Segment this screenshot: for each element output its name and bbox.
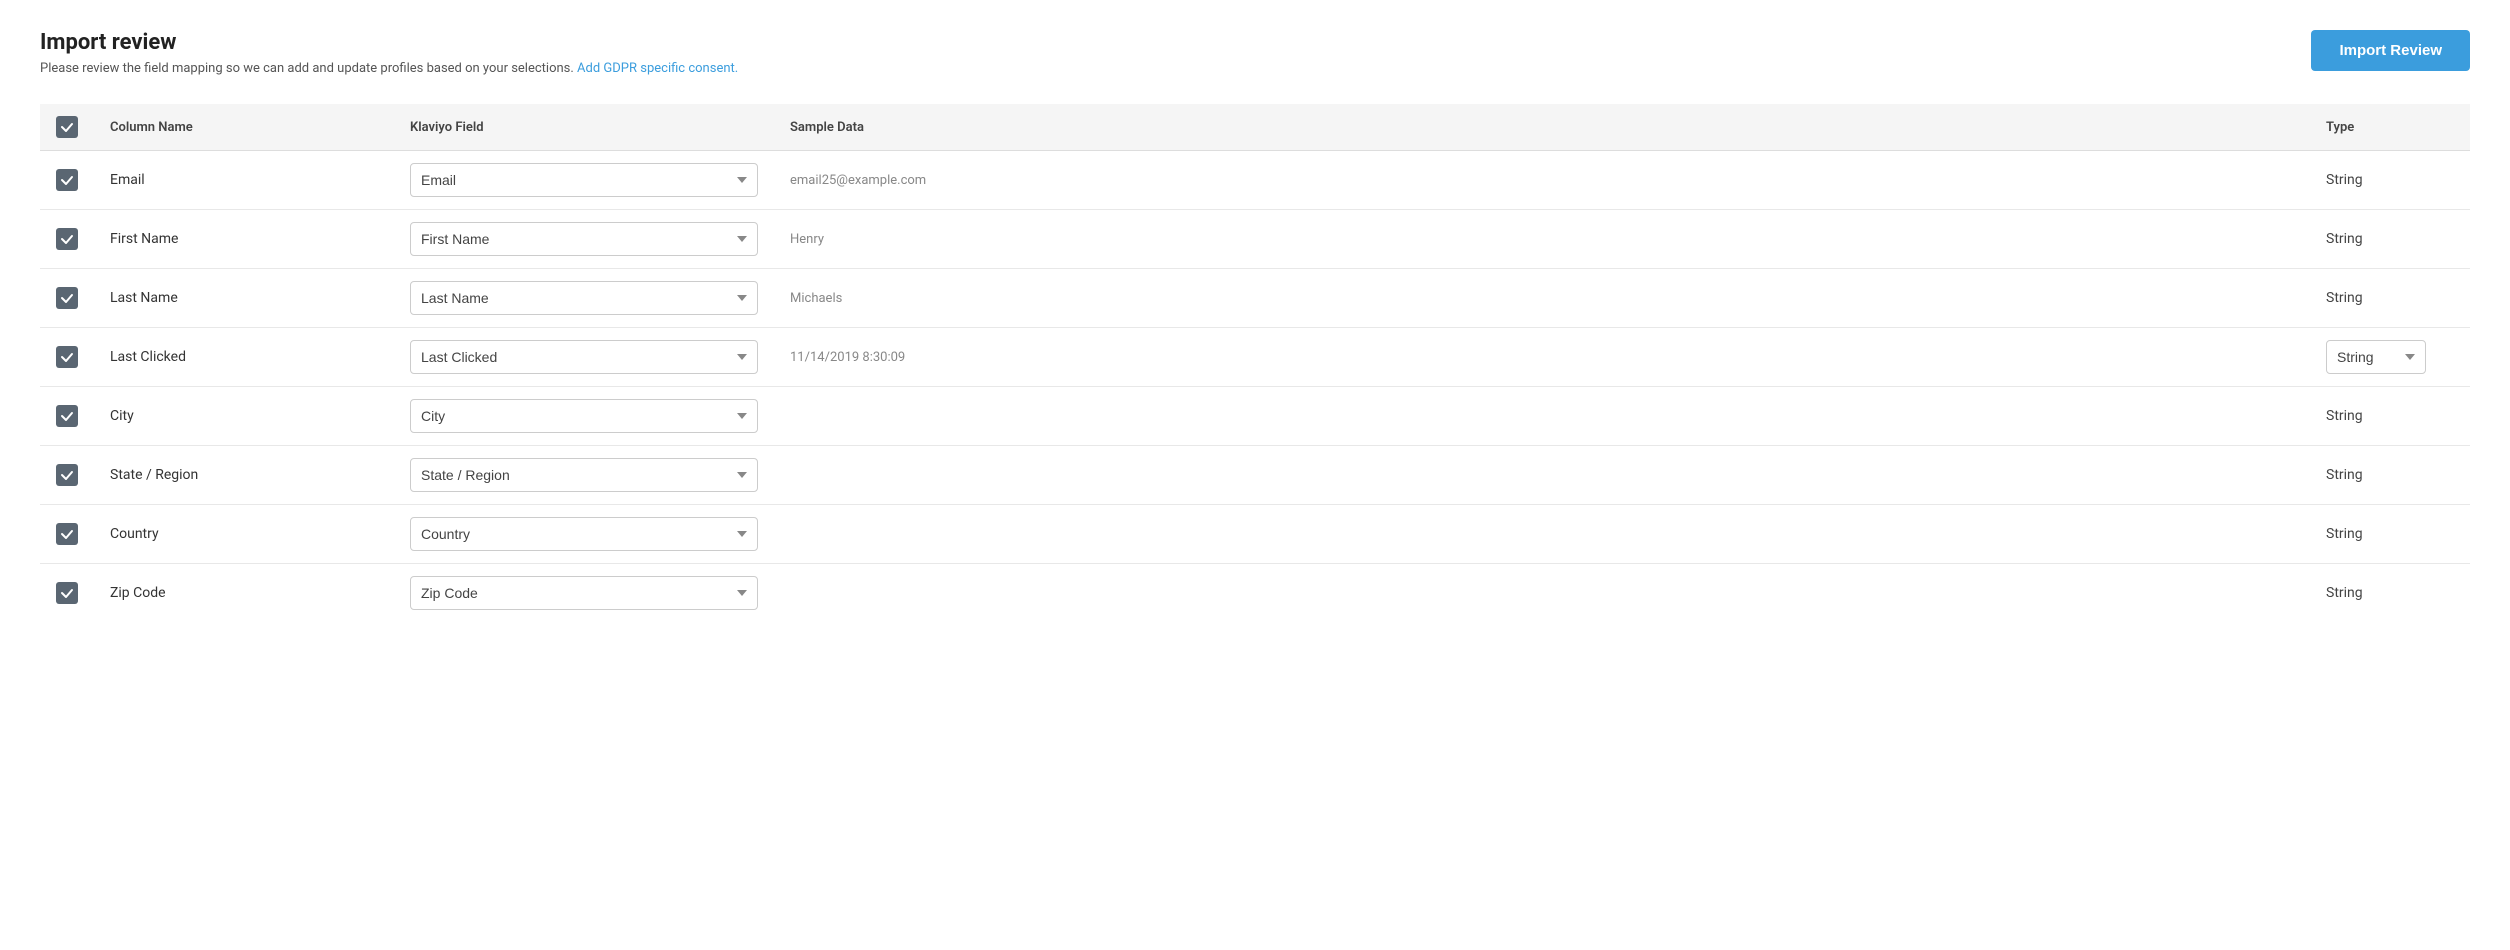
klaviyo-field-select[interactable]: State / Region — [410, 458, 758, 492]
row-checkbox[interactable] — [56, 169, 78, 191]
table-row: Email Email email25@example.com String — [40, 151, 2470, 210]
klaviyo-field-cell: City — [394, 387, 774, 446]
type-label: String — [2326, 408, 2363, 424]
table-row: Zip Code Zip Code String — [40, 564, 2470, 623]
page-title: Import review — [40, 30, 738, 55]
type-cell: String — [2310, 564, 2470, 623]
row-checkbox-cell — [40, 151, 94, 210]
table-row: Country Country String — [40, 505, 2470, 564]
klaviyo-field-header: Klaviyo Field — [394, 104, 774, 151]
type-cell: String — [2310, 269, 2470, 328]
klaviyo-field-cell: Last Name — [394, 269, 774, 328]
page-description: Please review the field mapping so we ca… — [40, 61, 738, 76]
type-label: String — [2326, 585, 2363, 601]
column-name-cell: Email — [94, 151, 394, 210]
type-cell: String — [2310, 328, 2470, 387]
field-mapping-table: Column Name Klaviyo Field Sample Data Ty… — [40, 104, 2470, 622]
row-checkbox[interactable] — [56, 464, 78, 486]
type-label: String — [2326, 172, 2363, 188]
klaviyo-field-select[interactable]: First Name — [410, 222, 758, 256]
row-checkbox-cell — [40, 269, 94, 328]
type-label: String — [2326, 290, 2363, 306]
sample-data-cell — [774, 446, 2310, 505]
column-name-cell: Zip Code — [94, 564, 394, 623]
klaviyo-field-cell: Last Clicked — [394, 328, 774, 387]
sample-data-cell — [774, 505, 2310, 564]
column-name-cell: Last Name — [94, 269, 394, 328]
row-checkbox[interactable] — [56, 346, 78, 368]
type-label: String — [2326, 231, 2363, 247]
row-checkbox[interactable] — [56, 228, 78, 250]
column-name-cell: Country — [94, 505, 394, 564]
type-cell: String — [2310, 151, 2470, 210]
column-name-header: Column Name — [94, 104, 394, 151]
klaviyo-field-select[interactable]: Email — [410, 163, 758, 197]
klaviyo-field-select[interactable]: Zip Code — [410, 576, 758, 610]
table-row: City City String — [40, 387, 2470, 446]
row-checkbox[interactable] — [56, 405, 78, 427]
klaviyo-field-select[interactable]: Last Clicked — [410, 340, 758, 374]
klaviyo-field-select[interactable]: Country — [410, 517, 758, 551]
row-checkbox-cell — [40, 505, 94, 564]
table-row: First Name First Name Henry String — [40, 210, 2470, 269]
klaviyo-field-cell: State / Region — [394, 446, 774, 505]
column-name-cell: City — [94, 387, 394, 446]
type-cell: String — [2310, 446, 2470, 505]
type-cell: String — [2310, 505, 2470, 564]
row-checkbox-cell — [40, 564, 94, 623]
type-cell: String — [2310, 387, 2470, 446]
sample-data-cell: email25@example.com — [774, 151, 2310, 210]
type-select[interactable]: String — [2326, 340, 2426, 374]
row-checkbox[interactable] — [56, 287, 78, 309]
row-checkbox[interactable] — [56, 582, 78, 604]
table-row: Last Clicked Last Clicked 11/14/2019 8:30:… — [40, 328, 2470, 387]
sample-data-cell: 11/14/2019 8:30:09 — [774, 328, 2310, 387]
row-checkbox-cell — [40, 210, 94, 269]
import-review-button[interactable]: Import Review — [2311, 30, 2470, 71]
column-name-cell: Last Clicked — [94, 328, 394, 387]
sample-data-cell — [774, 387, 2310, 446]
sample-data-cell — [774, 564, 2310, 623]
select-all-checkbox[interactable] — [56, 116, 78, 138]
column-name-cell: First Name — [94, 210, 394, 269]
row-checkbox[interactable] — [56, 523, 78, 545]
klaviyo-field-select[interactable]: City — [410, 399, 758, 433]
type-header: Type — [2310, 104, 2470, 151]
klaviyo-field-cell: Email — [394, 151, 774, 210]
type-label: String — [2326, 526, 2363, 542]
column-name-cell: State / Region — [94, 446, 394, 505]
type-label: String — [2326, 467, 2363, 483]
row-checkbox-cell — [40, 387, 94, 446]
type-cell: String — [2310, 210, 2470, 269]
page-header: Import review Please review the field ma… — [40, 30, 738, 76]
row-checkbox-cell — [40, 328, 94, 387]
row-checkbox-cell — [40, 446, 94, 505]
table-row: State / Region State / Region String — [40, 446, 2470, 505]
sample-data-cell: Michaels — [774, 269, 2310, 328]
klaviyo-field-cell: Country — [394, 505, 774, 564]
sample-data-header: Sample Data — [774, 104, 2310, 151]
sample-data-cell: Henry — [774, 210, 2310, 269]
klaviyo-field-select[interactable]: Last Name — [410, 281, 758, 315]
klaviyo-field-cell: Zip Code — [394, 564, 774, 623]
header-checkbox-cell — [40, 104, 94, 151]
gdpr-link[interactable]: Add GDPR specific consent. — [577, 61, 738, 76]
table-row: Last Name Last Name Michaels String — [40, 269, 2470, 328]
klaviyo-field-cell: First Name — [394, 210, 774, 269]
